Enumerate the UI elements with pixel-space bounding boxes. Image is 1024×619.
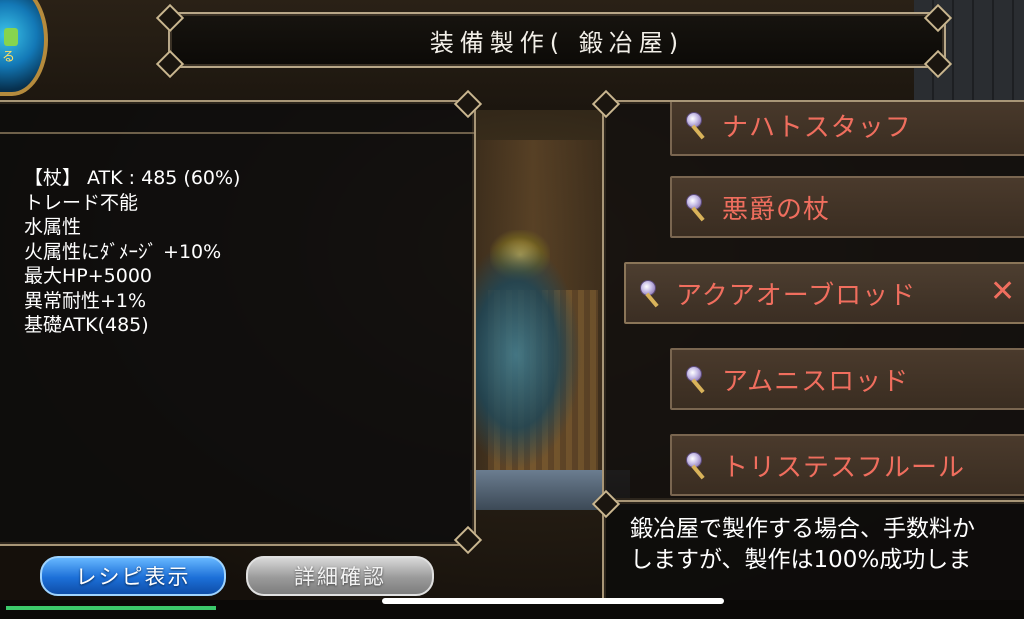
list-item-selected[interactable]: アクアオーブロッド ✕ bbox=[624, 262, 1024, 324]
list-item[interactable]: トリステスフルール bbox=[670, 434, 1024, 496]
item-info-panel: 【杖】 ATK : 485 (60%) トレード不能 水属性 火属性にﾀﾞﾒｰｼ… bbox=[0, 100, 476, 546]
staff-icon bbox=[686, 366, 712, 394]
progress-fill bbox=[6, 606, 216, 610]
list-item[interactable]: アムニスロッド bbox=[670, 348, 1024, 410]
orb-icon bbox=[4, 28, 18, 46]
home-indicator[interactable] bbox=[382, 598, 724, 604]
progress-bar bbox=[6, 606, 216, 610]
stat-line: トレード不能 bbox=[24, 191, 139, 214]
list-item[interactable]: ナハトスタッフ bbox=[670, 102, 1024, 156]
title-bar: 装備製作( 鍛冶屋) bbox=[168, 12, 946, 68]
description-line: しますが、製作は100%成功しま bbox=[630, 547, 972, 573]
item-stats: 【杖】 ATK : 485 (60%) トレード不能 水属性 火属性にﾀﾞﾒｰｼ… bbox=[24, 166, 240, 338]
staff-icon bbox=[686, 112, 712, 140]
character-figure bbox=[472, 240, 582, 470]
recipe-label: 悪爵の杖 bbox=[722, 194, 831, 225]
staff-icon bbox=[686, 452, 712, 480]
stat-line: 異常耐性+1% bbox=[24, 289, 147, 312]
detail-check-button[interactable]: 詳細確認 bbox=[246, 556, 434, 596]
recipe-view-button[interactable]: レシピ表示 bbox=[40, 556, 226, 596]
page-title: 装備製作( 鍛冶屋) bbox=[429, 28, 685, 57]
recipe-label: ナハトスタッフ bbox=[722, 112, 912, 143]
list-item[interactable]: 悪爵の杖 bbox=[670, 176, 1024, 238]
stat-line: 【杖】 ATK : 485 (60%) bbox=[24, 167, 241, 189]
description-panel: 鍛冶屋で製作する場合、手数料か しますが、製作は100%成功しま bbox=[602, 500, 1024, 604]
description-line: 鍛冶屋で製作する場合、手数料か bbox=[630, 516, 975, 542]
orb-label: る bbox=[2, 50, 16, 65]
staff-icon bbox=[686, 194, 712, 222]
stat-line: 最大HP+5000 bbox=[24, 265, 153, 287]
description-text: 鍛冶屋で製作する場合、手数料か しますが、製作は100%成功しま bbox=[630, 514, 975, 576]
close-icon[interactable]: ✕ bbox=[990, 274, 1015, 310]
stat-line: 基礎ATK(485) bbox=[24, 314, 149, 336]
info-panel-divider bbox=[0, 132, 474, 134]
recipe-label: アクアオーブロッド bbox=[676, 280, 917, 311]
stat-line: 火属性にﾀﾞﾒｰｼﾞ +10% bbox=[24, 240, 222, 263]
recipe-label: トリステスフルール bbox=[722, 452, 966, 483]
recipe-list[interactable]: ナハトスタッフ 悪爵の杖 アクアオーブロッド ✕ アムニスロッド トリステスフル… bbox=[602, 100, 1024, 502]
stat-line: 水属性 bbox=[24, 216, 82, 238]
staff-icon bbox=[640, 280, 666, 308]
recipe-label: アムニスロッド bbox=[722, 366, 910, 397]
